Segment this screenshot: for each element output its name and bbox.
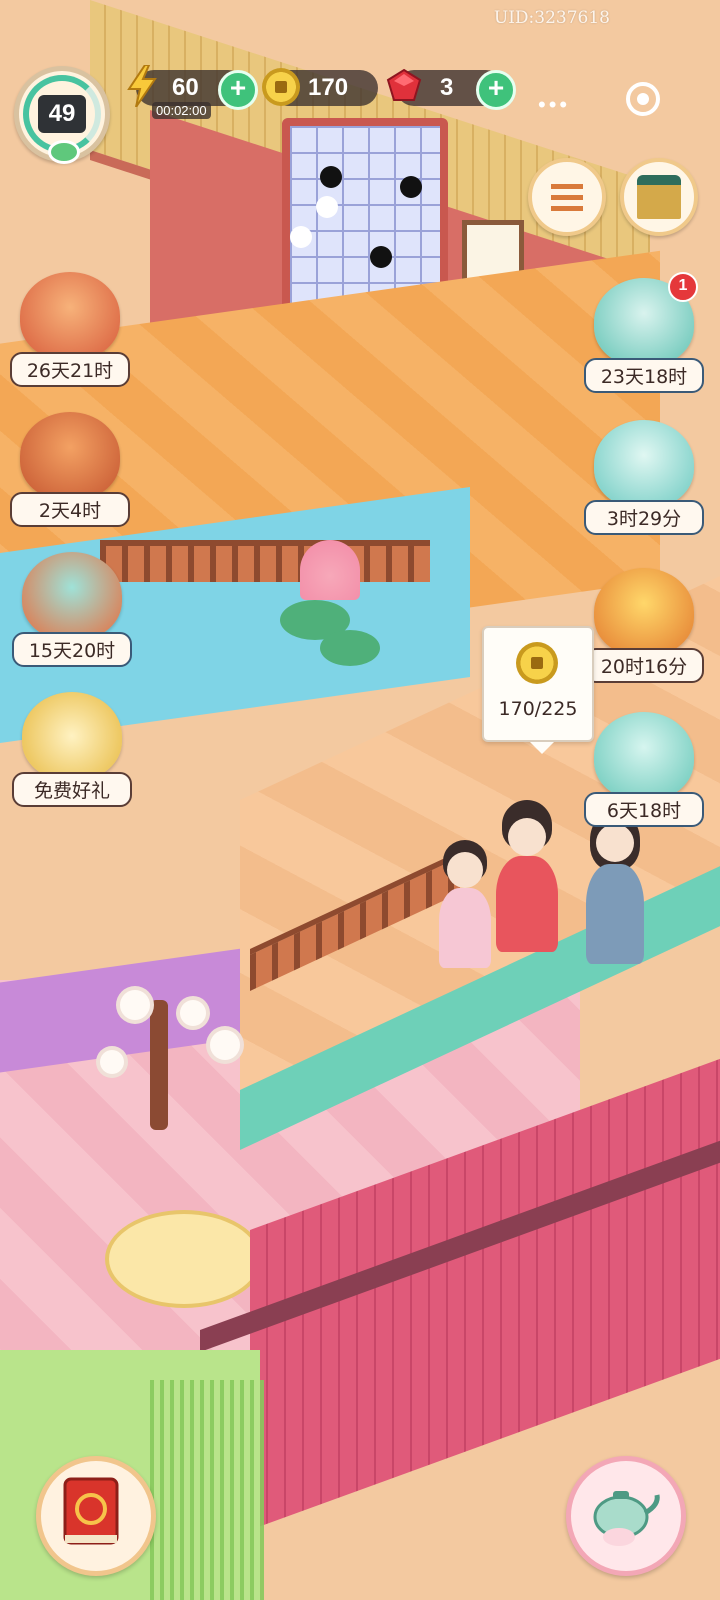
blossom <box>180 1000 206 1026</box>
event-coin-board[interactable]: 20时16分 <box>584 568 704 683</box>
character-lady[interactable] <box>492 800 562 960</box>
coin-capacity-value: 170/225 <box>498 698 578 720</box>
event-timer: 23天18时 <box>584 358 704 393</box>
blossom <box>210 1030 240 1060</box>
event-timer: 6天18时 <box>584 792 704 827</box>
leaf-icon <box>48 140 80 164</box>
event-timer: 15天20时 <box>12 632 132 667</box>
event-timer: 2天4时 <box>10 492 130 527</box>
event-timer: 20时16分 <box>584 648 704 683</box>
event-cat-bath[interactable]: 1 23天18时 <box>584 272 704 393</box>
event-gift-box[interactable]: 2天4时 <box>10 412 130 527</box>
coin-value: 170 <box>308 74 349 101</box>
jade-box-icon <box>594 420 694 508</box>
settings-icon[interactable] <box>626 82 660 116</box>
event-label: 免费好礼 <box>12 772 132 807</box>
event-timer: 26天21时 <box>10 352 130 387</box>
event-book[interactable]: 26天21时 <box>10 272 130 387</box>
treasure-chest-icon <box>637 175 681 219</box>
coin-icon <box>262 68 300 106</box>
notification-badge: 1 <box>668 272 698 302</box>
energy-timer: 00:02:00 <box>152 102 211 119</box>
teapot-button[interactable] <box>566 1456 686 1576</box>
gem-value: 3 <box>440 74 454 101</box>
blossom <box>100 1050 124 1074</box>
blossom-tree <box>150 1000 168 1130</box>
white-stone <box>316 196 338 218</box>
add-energy-button[interactable]: + <box>218 70 258 110</box>
blossom <box>120 990 150 1020</box>
task-list-button[interactable] <box>528 158 606 236</box>
coin-icon <box>516 642 558 684</box>
list-icon <box>551 183 583 211</box>
event-timer: 3时29分 <box>584 500 704 535</box>
character-scholar[interactable] <box>580 810 650 970</box>
more-dots[interactable]: ••• <box>538 92 570 118</box>
player-level: 49 <box>38 95 86 133</box>
event-cat-gift[interactable]: 6天18时 <box>584 712 704 827</box>
lotus-leaf <box>320 630 380 666</box>
event-jade-box[interactable]: 3时29分 <box>584 420 704 535</box>
storybook-button[interactable] <box>36 1456 156 1576</box>
coin-capacity-tooltip: 170/225 <box>482 626 594 754</box>
black-stone <box>400 176 422 198</box>
add-gems-button[interactable]: + <box>476 70 516 110</box>
event-free-gift[interactable]: 免费好礼 <box>12 692 132 807</box>
energy-value: 60 <box>172 74 199 101</box>
gift-box-icon <box>20 412 120 500</box>
ruby-icon <box>384 66 424 106</box>
event-trophy[interactable]: 15天20时 <box>12 552 132 667</box>
lotus-flower <box>300 540 360 600</box>
wooden-railing <box>100 540 430 582</box>
book-event-icon <box>20 272 120 360</box>
trophy-icon <box>22 552 122 640</box>
storybook-icon <box>63 1477 119 1545</box>
round-rug <box>105 1210 263 1308</box>
user-id: UID:3237618 <box>493 8 610 28</box>
black-stone <box>370 246 392 268</box>
willow-tree <box>150 1380 270 1600</box>
character-child[interactable] <box>435 840 495 980</box>
cat-gift-icon <box>594 712 694 800</box>
black-stone <box>320 166 342 188</box>
white-stone <box>290 226 312 248</box>
shop-button[interactable] <box>620 158 698 236</box>
free-gift-icon <box>22 692 122 780</box>
coin-board-icon <box>594 568 694 656</box>
teapot-icon <box>593 1491 660 1546</box>
